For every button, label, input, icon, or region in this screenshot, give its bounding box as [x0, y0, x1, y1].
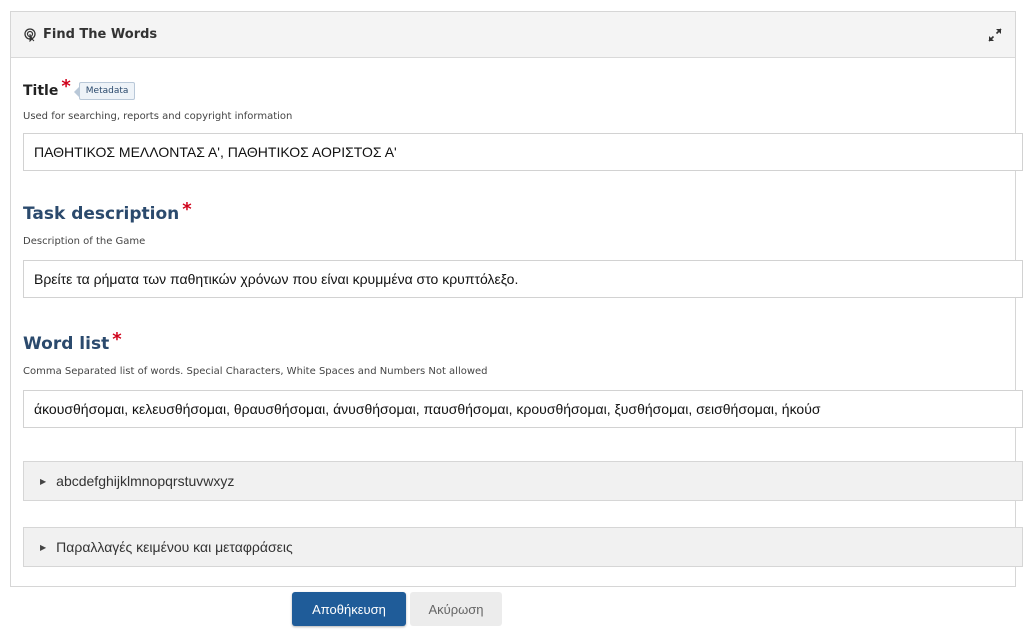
collapsible-alphabet[interactable]: ▶ abcdefghijklmnopqrstuvwxyz [23, 461, 1023, 501]
expand-icon[interactable] [987, 27, 1003, 43]
word-list-help: Comma Separated list of words. Special C… [23, 366, 488, 377]
metadata-badge[interactable]: Metadata [73, 81, 136, 100]
caret-right-icon: ▶ [40, 476, 47, 486]
panel-title: Find The Words [43, 27, 158, 42]
word-list-label: Word list [23, 333, 110, 354]
required-marker: * [112, 329, 122, 350]
title-description: Used for searching, reports and copyrigh… [23, 111, 293, 122]
required-marker: * [61, 76, 71, 97]
collapsible-text-variations[interactable]: ▶ Παραλλαγές κειμένου και μεταφράσεις [23, 527, 1023, 567]
word-list-input[interactable]: άκουσθήσομαι, κελευσθήσομαι, θραυσθήσομα… [23, 390, 1023, 428]
title-field-group: Title * Metadata Used for searching, rep… [23, 76, 1023, 171]
cancel-button[interactable]: Ακύρωση [410, 592, 502, 626]
collapsible-alphabet-label: abcdefghijklmnopqrstuvwxyz [56, 473, 235, 489]
task-description-help: Description of the Game [23, 236, 146, 247]
collapsible-text-variations-label: Παραλλαγές κειμένου και μεταφράσεις [56, 539, 293, 555]
task-description-input[interactable]: Βρείτε τα ρήματα των παθητικών χρόνων πο… [23, 260, 1023, 298]
title-label: Title [23, 82, 59, 99]
panel-header: Find The Words [11, 12, 1015, 58]
hand-pointer-icon [23, 27, 37, 42]
caret-right-icon: ▶ [40, 542, 47, 552]
word-list-field-group: Word list * Comma Separated list of word… [23, 329, 1023, 428]
title-input[interactable]: ΠΑΘΗΤΙΚΟΣ ΜΕΛΛΟΝΤΑΣ Α', ΠΑΘΗΤΙΚΟΣ ΑΟΡΙΣΤ… [23, 133, 1023, 171]
task-description-field-group: Task description * Description of the Ga… [23, 199, 1023, 298]
save-button[interactable]: Αποθήκευση [292, 592, 406, 626]
task-description-label: Task description [23, 203, 180, 224]
required-marker: * [182, 199, 192, 220]
